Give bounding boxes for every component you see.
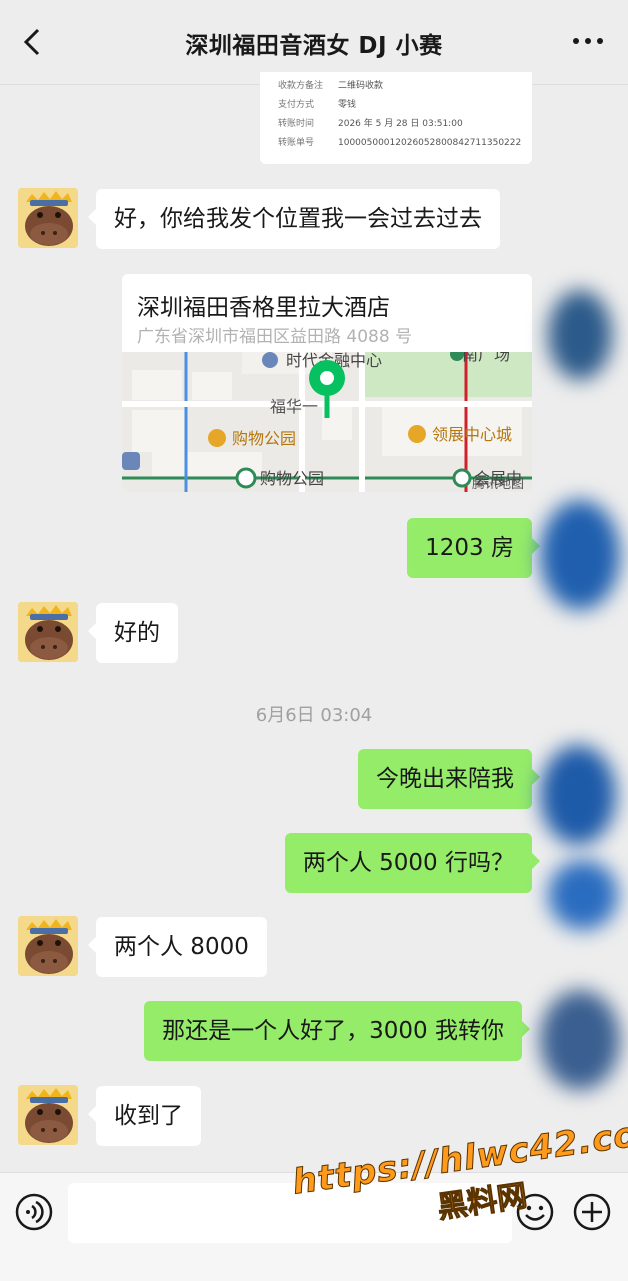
- message-bubble-outgoing[interactable]: 那还是一个人好了，3000 我转你: [144, 1001, 530, 1061]
- censor-blur: [548, 290, 612, 380]
- location-address: 广东省深圳市福田区益田路 4088 号: [137, 327, 413, 347]
- map-label: 购物公园: [232, 429, 296, 448]
- hippo-avatar-icon: [18, 602, 78, 662]
- message-bubble-incoming[interactable]: 收到了: [88, 1086, 201, 1146]
- contact-avatar[interactable]: [18, 188, 78, 248]
- receipt-row: 转账时间 2026 年 5 月 28 日 03:51:00: [278, 119, 463, 129]
- hippo-avatar-icon: [18, 916, 78, 976]
- contact-avatar[interactable]: [18, 602, 78, 662]
- map-provider-label: 腾讯地图: [472, 476, 524, 492]
- message-bubble-outgoing[interactable]: 1203 房: [407, 518, 540, 578]
- message-bubble-outgoing[interactable]: 今晚出来陪我: [358, 749, 540, 809]
- receipt-row: 转账单号 10000500012026052800842711350222: [278, 138, 522, 148]
- censor-blur: [548, 860, 618, 930]
- message-bubble-incoming[interactable]: 好的: [88, 603, 178, 663]
- map-label: 领展中心城: [432, 425, 512, 444]
- message-bubble-incoming[interactable]: 两个人 8000: [88, 917, 267, 977]
- receipt-row: 支付方式 零钱: [278, 100, 357, 110]
- hippo-avatar-icon: [18, 1085, 78, 1145]
- transfer-receipt-card[interactable]: 收款方备注 二维码收款 支付方式 零钱 转账时间 2026 年 5 月 28 日 03…: [260, 72, 532, 164]
- map-label: 南广场: [462, 352, 510, 364]
- map-label: 购物公园: [260, 469, 324, 488]
- map-label: 福华一: [270, 397, 318, 416]
- message-timestamp: 6月6日 03:04: [255, 705, 373, 726]
- censor-blur: [540, 990, 620, 1090]
- more-options-icon[interactable]: [572, 34, 604, 48]
- message-bubble-outgoing[interactable]: 两个人 5000 行吗？: [284, 833, 541, 893]
- voice-input-icon[interactable]: [14, 1192, 54, 1232]
- location-map[interactable]: 时代金融中心 南广场 福华一 购物公园 领展中心城 购物公园 会展中 腾讯地图: [122, 352, 532, 492]
- contact-avatar[interactable]: [18, 916, 78, 976]
- receipt-row: 收款方备注 二维码收款: [278, 81, 384, 91]
- message-bubble-incoming[interactable]: 好，你给我发个位置我一会过去过去: [88, 189, 500, 249]
- censor-blur: [540, 745, 616, 845]
- chat-title: 深圳福田音酒女 DJ 小赛: [185, 33, 443, 59]
- location-name: 深圳福田香格里拉大酒店: [137, 295, 390, 321]
- contact-avatar[interactable]: [18, 1085, 78, 1145]
- location-message-card[interactable]: 深圳福田香格里拉大酒店 广东省深圳市福田区益田路 4088 号 时代金融中心 南…: [122, 274, 532, 492]
- censor-blur: [540, 500, 620, 610]
- hippo-avatar-icon: [18, 188, 78, 248]
